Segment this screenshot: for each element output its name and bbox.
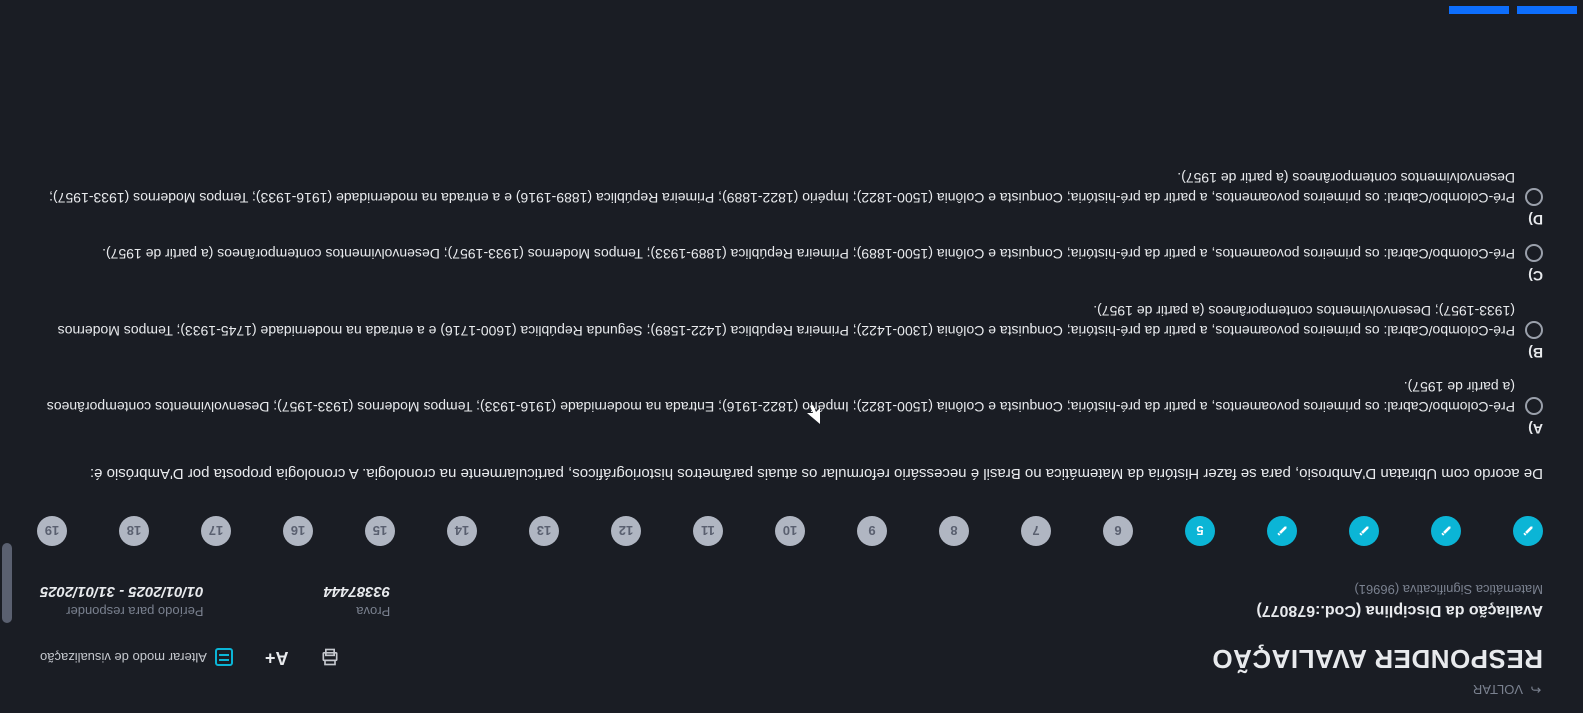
option-row[interactable]: Pré-Colombo/Cabral: os primeiros povoame…	[40, 167, 1543, 208]
options-list: A) Pré-Colombo/Cabral: os primeiros povoa…	[40, 167, 1543, 437]
nav-dot-pending[interactable]: 13	[529, 516, 559, 546]
option-text: Pré-Colombo/Cabral: os primeiros povoame…	[40, 300, 1515, 341]
nav-dot-answered[interactable]	[1267, 516, 1297, 546]
option-row[interactable]: Pré-Colombo/Cabral: os primeiros povoame…	[40, 377, 1543, 418]
scrollbar-thumb[interactable]	[2, 543, 12, 623]
nav-dot-pending[interactable]: 19	[37, 516, 67, 546]
nav-dot-pending[interactable]: 18	[119, 516, 149, 546]
option-label: A)	[40, 422, 1543, 438]
nav-dot-answered[interactable]	[1513, 516, 1543, 546]
periodo-value: 01/01/2025 - 31/01/2025	[40, 583, 203, 600]
nav-dot-pending[interactable]: 9	[857, 516, 887, 546]
back-link[interactable]: VOLTAR	[1473, 682, 1543, 697]
page-title: RESPONDER AVALIAÇÃO	[1212, 643, 1543, 674]
back-arrow-icon	[1529, 683, 1543, 697]
option-label: C)	[40, 268, 1543, 284]
option: C) Pré-Colombo/Cabral: os primeiros povoa…	[40, 244, 1543, 284]
radio-button[interactable]	[1525, 398, 1543, 416]
nav-dot-answered[interactable]	[1431, 516, 1461, 546]
prova-value: 93387444	[323, 583, 390, 600]
nav-dot-pending[interactable]: 8	[939, 516, 969, 546]
nav-dot-pending[interactable]: 7	[1021, 516, 1051, 546]
option-text: Pré-Colombo/Cabral: os primeiros povoame…	[102, 244, 1515, 264]
nav-dot-pending[interactable]: 17	[201, 516, 231, 546]
nav-dot-pending[interactable]: 15	[365, 516, 395, 546]
option: B) Pré-Colombo/Cabral: os primeiros povoa…	[40, 300, 1543, 361]
option-text: Pré-Colombo/Cabral: os primeiros povoame…	[40, 167, 1515, 208]
font-increase-button[interactable]: A+	[265, 647, 289, 668]
header-actions: A+ Alterar modo de visualização	[40, 647, 340, 674]
nav-dot-pending[interactable]: 11	[693, 516, 723, 546]
option: A) Pré-Colombo/Cabral: os primeiros povoa…	[40, 377, 1543, 438]
option-row[interactable]: Pré-Colombo/Cabral: os primeiros povoame…	[40, 300, 1543, 341]
question-text: De acordo com Ubiratan D'Ambrosio, para …	[40, 462, 1543, 485]
print-icon	[320, 648, 340, 668]
view-mode-label: Alterar modo de visualização	[40, 650, 207, 665]
option-text: Pré-Colombo/Cabral: os primeiros povoame…	[40, 377, 1515, 418]
option: D) Pré-Colombo/Cabral: os primeiros povoa…	[40, 167, 1543, 228]
radio-button[interactable]	[1525, 244, 1543, 262]
footer-button-1[interactable]	[1517, 6, 1577, 14]
assessment-subtitle: Matemática Significativa (96961)	[1256, 582, 1543, 597]
radio-button[interactable]	[1525, 321, 1543, 339]
nav-dot-answered[interactable]	[1349, 516, 1379, 546]
radio-button[interactable]	[1525, 188, 1543, 206]
back-label: VOLTAR	[1473, 682, 1523, 697]
option-label: D)	[40, 212, 1543, 228]
footer-actions	[1443, 0, 1583, 20]
assessment-title: Avaliação da Disciplina (Cod.:678077)	[1256, 601, 1543, 619]
view-mode-toggle[interactable]: Alterar modo de visualização	[40, 649, 233, 667]
nav-dot-current[interactable]: 5	[1185, 516, 1215, 546]
nav-dot-pending[interactable]: 6	[1103, 516, 1133, 546]
periodo-label: Período para responder	[66, 604, 203, 619]
footer-button-2[interactable]	[1449, 6, 1509, 14]
print-button[interactable]	[320, 648, 340, 668]
list-icon	[215, 649, 233, 667]
nav-dot-pending[interactable]: 16	[283, 516, 313, 546]
nav-dot-pending[interactable]: 14	[447, 516, 477, 546]
question-nav: 567891011121314151617181920	[40, 512, 1543, 550]
nav-dot-pending[interactable]: 12	[611, 516, 641, 546]
nav-dot-pending[interactable]: 10	[775, 516, 805, 546]
option-label: B)	[40, 345, 1543, 361]
prova-label: Prova	[356, 604, 390, 619]
option-row[interactable]: Pré-Colombo/Cabral: os primeiros povoame…	[40, 244, 1543, 264]
